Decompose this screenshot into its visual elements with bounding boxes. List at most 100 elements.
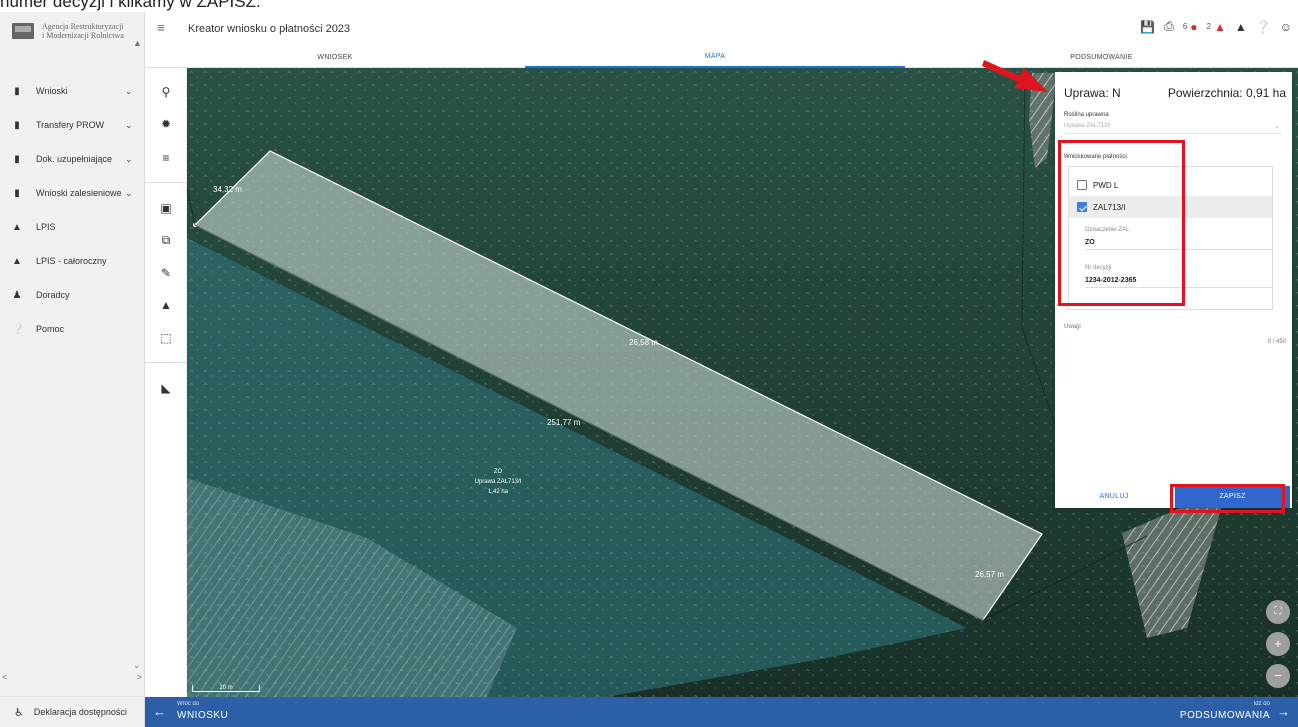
toolbar-divider bbox=[145, 182, 187, 183]
zoom-in-button[interactable]: + bbox=[1266, 632, 1290, 656]
sidebar-item-label: Wnioski zalesieniowe bbox=[36, 188, 122, 198]
area-title: Powierzchnia: 0,91 ha bbox=[1167, 86, 1286, 100]
help-icon: ❔ bbox=[12, 323, 25, 335]
document-icon: ▮ bbox=[14, 85, 20, 97]
red-arrow-icon bbox=[982, 60, 1048, 92]
logo-text: Agencja Restrukturyzacji i Modernizacji … bbox=[42, 22, 124, 40]
parcel-crop-label: Uprawa ZAL713/I bbox=[474, 479, 522, 485]
back-hint: Wróć do bbox=[177, 701, 200, 707]
sidebar-item-label: Doradcy bbox=[36, 290, 70, 300]
app-header: ≡ Kreator wniosku o płatności 2023 💾 ⎙ 6… bbox=[145, 12, 1298, 46]
arrow-right-icon[interactable]: → bbox=[1277, 704, 1290, 719]
map-toolbar: ⚲ ✹ ≡ ▣ ⧉ ✎ ▲ ⬚ ◣ bbox=[145, 68, 187, 697]
account-icon[interactable]: ☺ bbox=[1280, 20, 1292, 34]
horizontal-scrollbar[interactable]: < > bbox=[2, 672, 142, 684]
sidebar-item-wnioski-zalesieniowe[interactable]: ▮ Wnioski zalesieniowe ⌄ bbox=[0, 176, 145, 210]
next-hint: Idź do bbox=[1253, 701, 1270, 707]
cancel-button[interactable]: ANULUJ bbox=[1055, 486, 1173, 508]
edge-length-label: 34,32 m bbox=[213, 185, 242, 194]
tab-podsumowanie[interactable]: PODSUMOWANIE bbox=[905, 46, 1298, 68]
parcel-area-label: 1,42 ha bbox=[487, 489, 509, 495]
wizard-tabs: WNIOSEK MAPA PODSUMOWANIE bbox=[145, 46, 1298, 68]
save-icon[interactable]: 💾 bbox=[1140, 20, 1155, 34]
sidebar-item-transfery[interactable]: ▮ Transfery PROW ⌄ bbox=[0, 108, 145, 142]
sidebar-item-label: LPIS bbox=[36, 222, 56, 232]
copy-shape-icon[interactable]: ⧉ bbox=[158, 232, 174, 248]
chevron-down-icon: ⌄ bbox=[125, 119, 133, 130]
warning-icon[interactable]: ▲ bbox=[1214, 20, 1226, 34]
chevron-down-icon[interactable]: ⌄ bbox=[1274, 122, 1280, 130]
map-scale-bar: 20 m bbox=[192, 685, 260, 692]
errors-count: 6 bbox=[1182, 22, 1188, 31]
toolbar-divider bbox=[145, 362, 187, 363]
arrow-left-icon[interactable]: ← bbox=[153, 704, 166, 719]
panel-header: Uprawa: N Powierzchnia: 0,91 ha bbox=[1055, 86, 1292, 102]
sidebar-item-label: Pomoc bbox=[36, 324, 65, 334]
scroll-right-icon[interactable]: > bbox=[137, 672, 142, 684]
sidebar-item-label: Transfery PROW bbox=[36, 120, 105, 130]
logo-icon bbox=[12, 23, 34, 39]
sidebar-item-lpis-caloroczny[interactable]: ▲ LPIS - całoroczny bbox=[0, 244, 145, 278]
go-to-summary-button[interactable]: PODSUMOWANIA bbox=[1180, 710, 1270, 721]
accessibility-icon: ♿ bbox=[14, 706, 24, 719]
sidebar-item-doradcy[interactable]: ♟ Doradcy bbox=[0, 278, 145, 312]
tab-wniosek[interactable]: WNIOSEK bbox=[145, 46, 525, 68]
sidebar-item-label: Dok. uzupełniające bbox=[36, 154, 113, 164]
scroll-down-icon[interactable]: ⌄ bbox=[133, 660, 141, 671]
logo-line2: i Modernizacji Rolnictwa bbox=[42, 31, 124, 40]
wizard-nav-bar: ← Wróć do WNIOSKU Idź do PODSUMOWANIA → bbox=[145, 697, 1298, 727]
layers-bug-icon[interactable]: ✹ bbox=[158, 116, 174, 132]
logo-line1: Agencja Restrukturyzacji bbox=[42, 22, 124, 31]
edge-length-label: 26,57 m bbox=[975, 570, 1004, 579]
back-to-wniosek-button[interactable]: WNIOSKU bbox=[177, 710, 228, 721]
document-icon: ▮ bbox=[14, 187, 20, 199]
zoom-out-button[interactable]: − bbox=[1266, 664, 1290, 688]
pencil-icon[interactable]: ✎ bbox=[158, 265, 174, 281]
terrain-icon: ▲ bbox=[12, 221, 22, 233]
scroll-up-icon[interactable]: ▲ bbox=[133, 38, 142, 48]
sidebar-item-label: LPIS - całoroczny bbox=[36, 256, 107, 266]
instruction-caption: numer decyzji i klikamy w ZAPISZ. bbox=[0, 0, 261, 11]
error-icon[interactable]: ● bbox=[1190, 20, 1197, 34]
arimr-logo[interactable]: Agencja Restrukturyzacji i Modernizacji … bbox=[12, 22, 124, 40]
sidebar-item-lpis[interactable]: ▲ LPIS bbox=[0, 210, 145, 244]
document-icon: ▮ bbox=[14, 153, 20, 165]
accessibility-declaration-link[interactable]: ♿ Deklaracja dostępności bbox=[0, 696, 145, 727]
edge-length-label: 251,77 m bbox=[547, 418, 581, 427]
sidebar-item-dok-uzupelniajace[interactable]: ▮ Dok. uzupełniające ⌄ bbox=[0, 142, 145, 176]
select-object-icon[interactable]: ▣ bbox=[158, 200, 174, 216]
notes-label[interactable]: Uwagi bbox=[1064, 324, 1081, 330]
search-icon[interactable]: ⚲ bbox=[158, 84, 174, 100]
forest-icon[interactable]: ▲ bbox=[158, 297, 174, 313]
sidebar-nav: ▮ Wnioski ⌄ ▮ Transfery PROW ⌄ ▮ Dok. uz… bbox=[0, 74, 145, 346]
bounding-box-icon[interactable]: ⬚ bbox=[158, 330, 174, 346]
sidebar-item-wnioski[interactable]: ▮ Wnioski ⌄ bbox=[0, 74, 145, 108]
header-actions: 💾 ⎙ 6 ● 2 ▲ ▲ ❔ ☺ bbox=[1140, 19, 1292, 34]
sidebar-item-label: Wnioski bbox=[36, 86, 68, 96]
edge-length-label: 26,58 m bbox=[629, 338, 658, 347]
sidebar: Agencja Restrukturyzacji i Modernizacji … bbox=[0, 12, 145, 727]
parcel-id-label: ZO bbox=[493, 469, 503, 475]
crop-plant-select[interactable]: Uprawa ZAL713/I bbox=[1064, 123, 1111, 129]
fullscreen-icon[interactable]: ⛶ bbox=[1266, 600, 1290, 624]
chevron-down-icon: ⌄ bbox=[125, 187, 133, 198]
scroll-left-icon[interactable]: < bbox=[2, 672, 7, 684]
menu-icon[interactable]: ≡ bbox=[157, 20, 165, 35]
document-icon: ▮ bbox=[14, 119, 20, 131]
list-icon[interactable]: ≡ bbox=[158, 150, 174, 166]
tab-mapa[interactable]: MAPA bbox=[525, 46, 905, 68]
notification-bell-icon[interactable]: ▲ bbox=[1235, 20, 1247, 34]
highlight-save-button bbox=[1170, 484, 1285, 513]
person-icon: ♟ bbox=[12, 289, 22, 301]
terrain-icon: ▲ bbox=[12, 255, 22, 267]
sidebar-item-pomoc[interactable]: ❔ Pomoc bbox=[0, 312, 145, 346]
crop-title: Uprawa: N bbox=[1064, 86, 1121, 100]
print-icon[interactable]: ⎙ bbox=[1164, 19, 1174, 34]
warnings-count: 2 bbox=[1206, 22, 1211, 31]
field-underline bbox=[1064, 133, 1282, 134]
highlight-payments-box bbox=[1058, 140, 1185, 306]
help-icon[interactable]: ❔ bbox=[1256, 20, 1271, 34]
measure-icon[interactable]: ◣ bbox=[158, 380, 174, 396]
chevron-down-icon: ⌄ bbox=[125, 153, 133, 164]
accessibility-label: Deklaracja dostępności bbox=[33, 707, 127, 717]
